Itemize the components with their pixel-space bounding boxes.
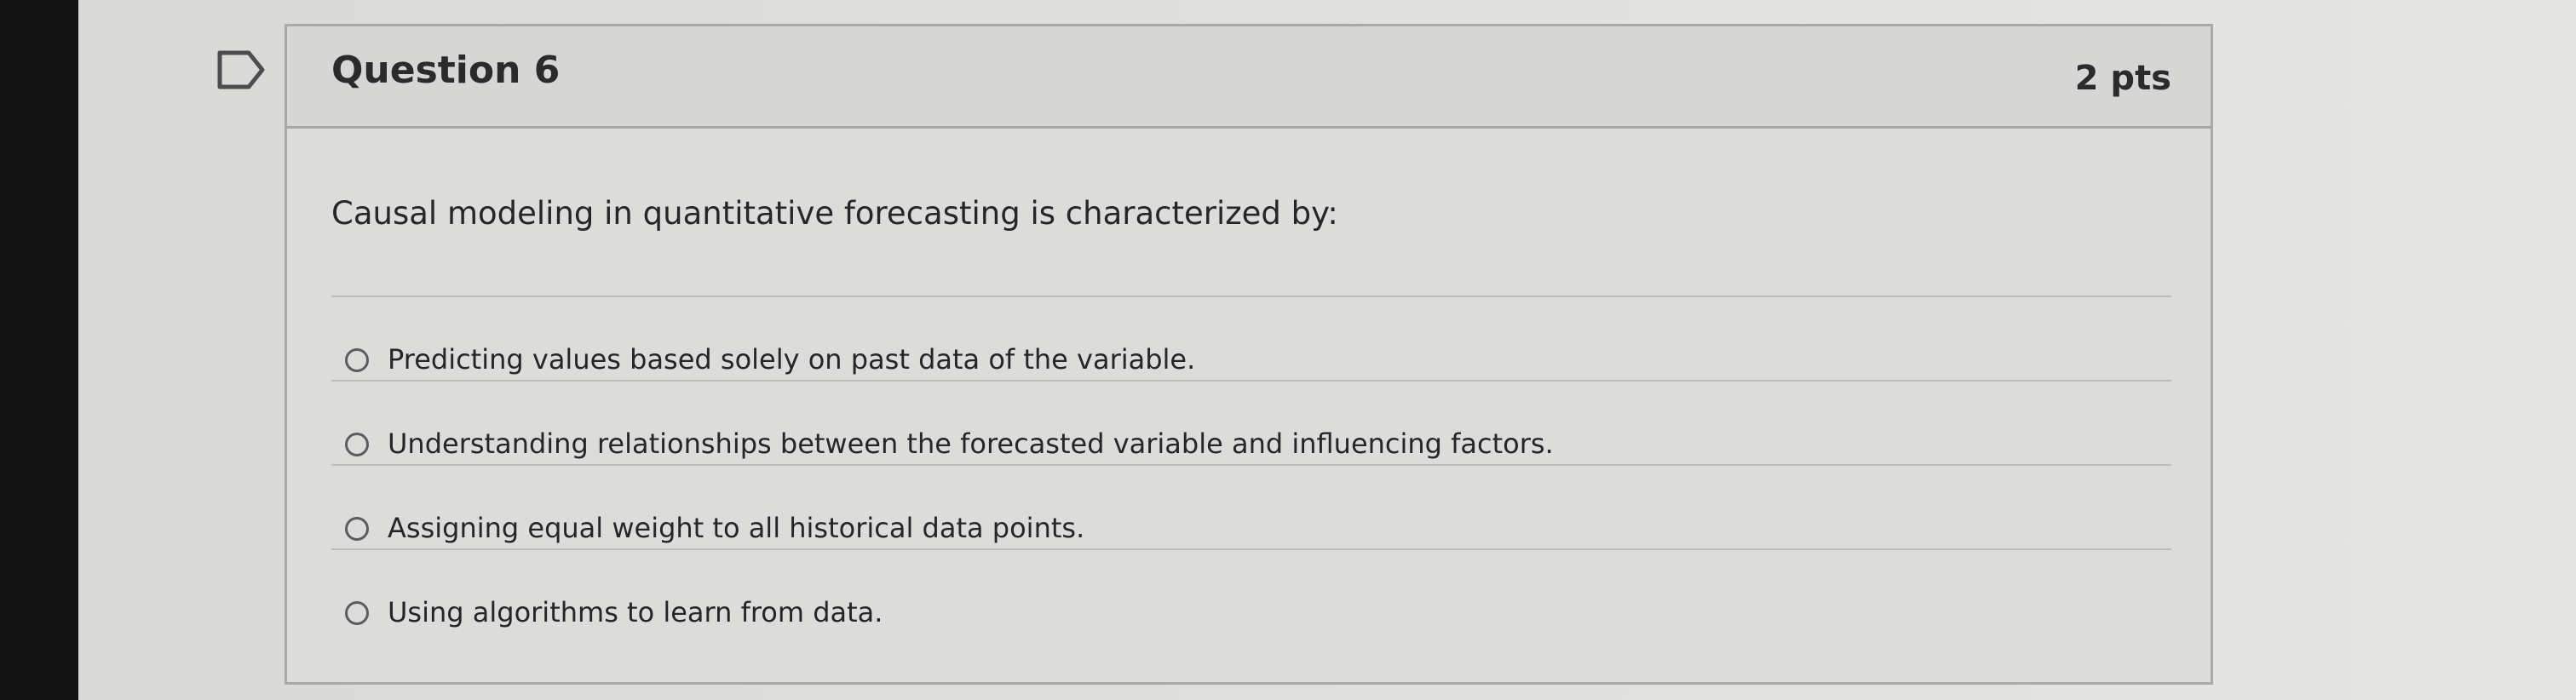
- answer-label[interactable]: Assigning equal weight to all historical…: [388, 512, 1084, 544]
- answer-option[interactable]: Understanding relationships between the …: [331, 380, 2171, 464]
- question-card: Question 6 2 pts Causal modeling in quan…: [285, 24, 2213, 685]
- answer-label[interactable]: Understanding relationships between the …: [388, 427, 1554, 460]
- answer-list: Predicting values based solely on past d…: [331, 295, 2171, 633]
- radio-button-icon[interactable]: [345, 348, 369, 372]
- question-points: 2 pts: [2074, 59, 2171, 98]
- question-title: Question 6: [331, 49, 561, 92]
- screen-bezel: [0, 0, 78, 700]
- question-prompt: Causal modeling in quantitative forecast…: [331, 195, 1338, 232]
- question-header: Question 6 2 pts: [287, 26, 2211, 129]
- answer-option[interactable]: Using algorithms to learn from data.: [331, 548, 2171, 633]
- answer-option[interactable]: Assigning equal weight to all historical…: [331, 464, 2171, 548]
- radio-button-icon[interactable]: [345, 601, 369, 625]
- flag-question-icon[interactable]: [216, 49, 266, 90]
- radio-button-icon[interactable]: [345, 433, 369, 456]
- answer-label[interactable]: Predicting values based solely on past d…: [388, 343, 1195, 376]
- answer-option[interactable]: Predicting values based solely on past d…: [331, 295, 2171, 380]
- answer-label[interactable]: Using algorithms to learn from data.: [388, 596, 883, 628]
- radio-button-icon[interactable]: [345, 517, 369, 541]
